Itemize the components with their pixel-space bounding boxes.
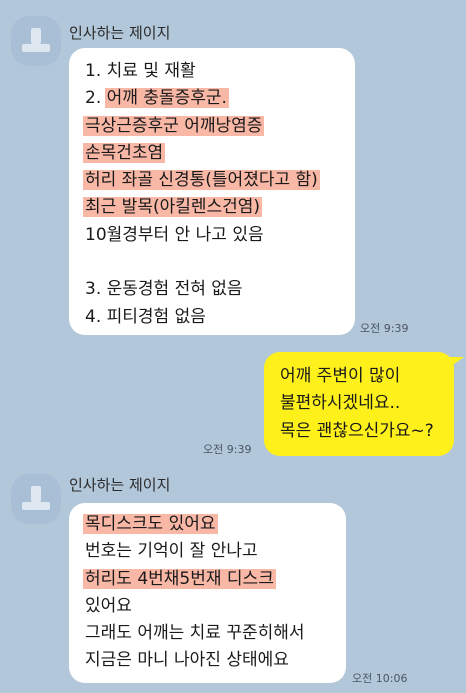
message-line: 있어요 [85, 595, 132, 616]
profile-icon-base [22, 502, 50, 510]
highlighted-text: 허리 좌골 신경통(틀어졌다고 함) [83, 170, 320, 191]
message-line: 불편하시겠네요.. [280, 393, 401, 414]
sender-name: 인사하는 제이지 [69, 476, 171, 494]
message-line: 목은 괜찮으신가요~? [280, 420, 434, 441]
profile-icon [31, 28, 41, 44]
profile-icon [31, 486, 41, 502]
message-line: 그래도 어깨는 치료 꾸준히해서 [85, 623, 305, 644]
bubble-tail [450, 357, 464, 367]
message-timestamp: 오전 9:39 [360, 322, 409, 335]
message-line: 손목건초염 [83, 140, 355, 167]
sender-avatar[interactable] [11, 16, 61, 66]
highlighted-text: 극상근증후군 어깨낭염증 [83, 115, 265, 136]
highlighted-text: 최근 발목(아킬렌스건염) [83, 197, 263, 218]
message-line: 목디스크도 있어요 [83, 511, 346, 538]
message-line: 번호는 기억이 잘 안나고 [85, 541, 258, 562]
message-line: 어깨 주변이 많이 [280, 366, 401, 386]
message-bubble[interactable]: 목디스크도 있어요 번호는 기억이 잘 안나고 허리도 4번채5번재 디스크 있… [69, 503, 346, 683]
sender-avatar[interactable] [11, 474, 61, 524]
my-message-bubble[interactable]: 어깨 주변이 많이 불편하시겠네요.. 목은 괜찮으신가요~? [264, 352, 454, 456]
message-bubble[interactable]: 1. 치료 및 재활 2. 어깨 충돌증후군. 극상근증후군 어깨낭염증 손목건… [69, 48, 355, 335]
message-line: 4. 피티경험 없음 [85, 306, 206, 327]
message-line: 3. 운동경험 전혀 없음 [85, 279, 243, 300]
highlighted-text: 목디스크도 있어요 [83, 514, 218, 534]
message-line: 지금은 마니 나아진 상태에요 [85, 650, 289, 671]
highlighted-text: 허리도 4번채5번재 디스크 [83, 568, 276, 589]
message-line: 극상근증후군 어깨낭염증 [83, 113, 355, 140]
sender-name: 인사하는 제이지 [69, 24, 171, 42]
message-line: 최근 발목(아킬렌스건염) [83, 194, 355, 221]
profile-icon-base [22, 44, 50, 52]
highlighted-text: 손목건초염 [83, 142, 166, 163]
message-line: 1. 치료 및 재활 [85, 61, 196, 81]
message-line: 허리도 4번채5번재 디스크 [83, 566, 346, 593]
message-line: 10월경부터 안 나고 있음 [85, 224, 264, 245]
message-timestamp: 오전 10:06 [352, 672, 408, 685]
message-line: 허리 좌골 신경통(틀어졌다고 함) [83, 167, 355, 194]
highlighted-text: 어깨 충돌증후군. [104, 88, 229, 109]
message-line: 2. 어깨 충돌증후군. [85, 88, 229, 109]
message-timestamp: 오전 9:39 [203, 443, 252, 456]
